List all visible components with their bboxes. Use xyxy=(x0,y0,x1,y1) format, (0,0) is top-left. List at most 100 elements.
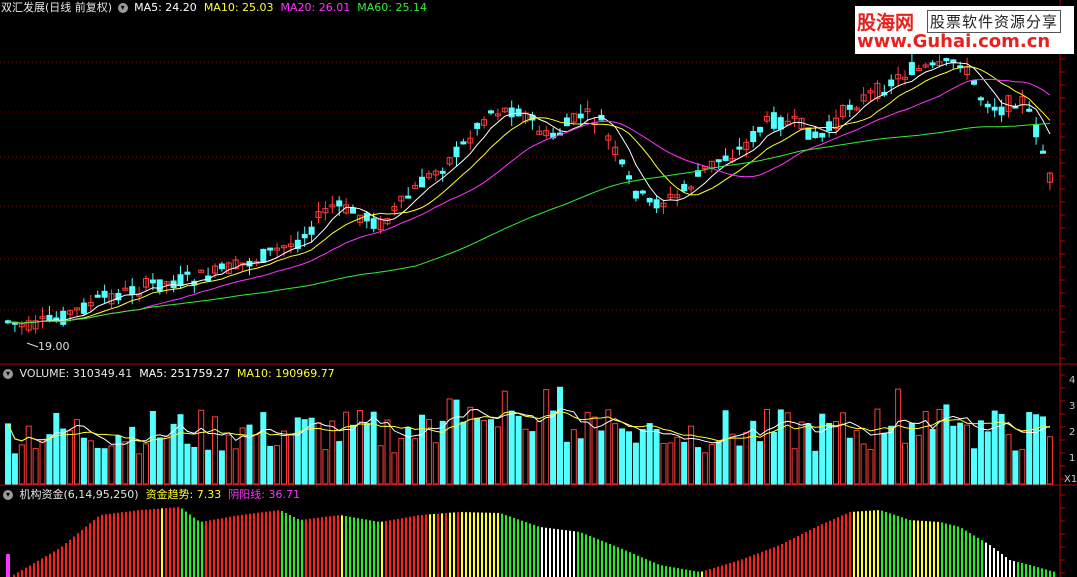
volume-bar xyxy=(902,442,908,485)
volume-bar xyxy=(198,409,205,485)
volume-bar xyxy=(508,410,515,485)
candle-body xyxy=(515,108,522,117)
volume-bar xyxy=(46,434,53,485)
volume-bar xyxy=(1026,412,1033,485)
candle-body xyxy=(770,112,777,129)
volume-ma10-label: MA10: 190969.77 xyxy=(236,367,335,380)
fund-settings-icon[interactable]: ▾ xyxy=(3,489,13,500)
candle-body xyxy=(419,176,425,188)
volume-bar xyxy=(391,452,398,485)
volume-bar xyxy=(336,441,343,485)
candle-body xyxy=(943,58,950,62)
volume-bar xyxy=(143,443,149,485)
fund-indicator-name: 机构资金(6,14,95,250) xyxy=(19,488,139,501)
candle-body xyxy=(260,248,267,263)
stock-title[interactable]: 双汇发展(日线 前复权) xyxy=(1,1,112,14)
volume-bar xyxy=(1019,448,1026,485)
volume-bar xyxy=(764,409,770,485)
volume-axis-tick: 2 xyxy=(1069,427,1076,438)
candle-body xyxy=(308,226,315,235)
volume-bar xyxy=(1005,434,1012,485)
volume-bar xyxy=(474,417,481,485)
volume-bar xyxy=(53,412,60,485)
volume-bar xyxy=(108,445,115,485)
volume-bar xyxy=(798,421,805,485)
volume-bar xyxy=(701,452,708,485)
volume-bar xyxy=(736,445,743,485)
volume-bar xyxy=(74,419,80,485)
volume-bar xyxy=(122,441,129,485)
volume-bar xyxy=(170,423,177,485)
low-marker-pointer xyxy=(26,342,39,348)
volume-bar xyxy=(812,450,819,485)
candle-body xyxy=(267,247,274,251)
volume-bar xyxy=(522,428,529,485)
volume-bar xyxy=(681,441,688,485)
volume-bar xyxy=(163,435,170,485)
volume-bar xyxy=(488,419,494,485)
volume-bar xyxy=(274,445,281,485)
volume-bar xyxy=(660,442,667,485)
volume-bar xyxy=(343,411,350,485)
volume-bar xyxy=(515,415,522,485)
candle-body xyxy=(977,97,984,101)
ma10-label: MA10: 25.03 xyxy=(203,1,274,14)
volume-bar xyxy=(853,430,860,485)
fund-marker xyxy=(6,554,10,577)
volume-bar xyxy=(501,390,508,485)
candle-body xyxy=(908,62,915,75)
volume-bar xyxy=(363,423,370,485)
volume-bar xyxy=(67,430,74,485)
volume-bar xyxy=(370,411,377,485)
volume-bar xyxy=(550,410,557,485)
volume-settings-icon[interactable]: ▾ xyxy=(3,368,13,379)
volume-bar xyxy=(563,441,570,485)
volume-bar xyxy=(819,413,826,485)
volume-panel-header: ▾ VOLUME: 310349.41 MA5: 251759.27 MA10:… xyxy=(1,367,335,380)
volume-bar xyxy=(529,431,536,485)
volume-bar xyxy=(432,442,439,485)
volume-bar xyxy=(481,420,488,485)
candle-body xyxy=(846,104,853,110)
candle-body xyxy=(563,117,570,127)
volume-bar xyxy=(632,442,639,485)
volume-bar xyxy=(950,425,957,485)
candle-body xyxy=(750,131,757,143)
candle-body xyxy=(336,200,343,207)
candle-body xyxy=(991,106,998,111)
volume-bar xyxy=(267,445,274,485)
candle-body xyxy=(639,190,646,194)
volume-bar xyxy=(619,428,626,485)
volume-bar xyxy=(1012,450,1019,485)
volume-bar xyxy=(695,447,701,485)
volume-bar xyxy=(729,433,736,485)
volume-bar xyxy=(232,448,239,485)
candle-body xyxy=(488,110,494,114)
volume-bar xyxy=(494,426,501,485)
candle-body xyxy=(929,62,936,66)
candle-body xyxy=(777,117,784,130)
candle-body xyxy=(1040,150,1046,154)
yinyang-label: 阴阳线: 36.71 xyxy=(228,488,300,501)
volume-bar xyxy=(915,434,922,485)
logo-url: www.Guhai.com.cn xyxy=(857,31,1051,52)
volume-bar xyxy=(791,448,798,485)
volume-bar xyxy=(536,420,543,485)
volume-bar xyxy=(149,410,156,485)
candle-body xyxy=(129,286,136,296)
candle-body xyxy=(453,146,460,158)
candle-body xyxy=(508,107,515,118)
volume-bar xyxy=(115,435,122,485)
volume-bar xyxy=(315,422,322,485)
volume-bar xyxy=(826,422,833,485)
volume-bar xyxy=(626,431,632,485)
volume-bar xyxy=(977,420,984,485)
volume-bar xyxy=(708,443,715,485)
volume-bar xyxy=(87,440,94,485)
settings-icon[interactable]: ▾ xyxy=(117,2,128,13)
volume-bar xyxy=(205,449,212,485)
volume-bar xyxy=(80,437,87,485)
candle-body xyxy=(156,279,163,292)
volume-bar xyxy=(11,453,18,485)
volume-bar xyxy=(646,423,653,485)
